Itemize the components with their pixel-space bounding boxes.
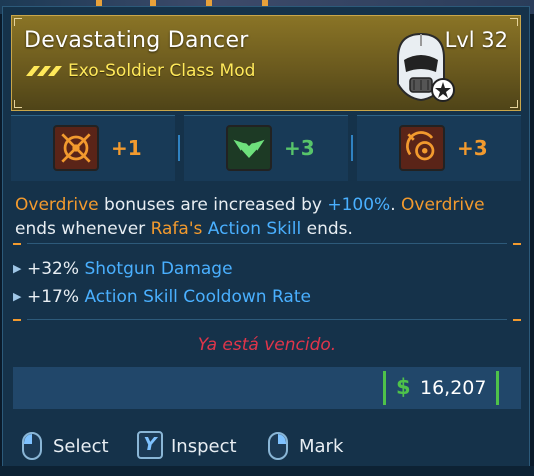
bullet-arrow-icon: ▶ [13, 262, 22, 275]
dollar-icon: $ [396, 375, 411, 399]
stat-line-1: ▶ +32% Shotgun Damage [13, 259, 233, 279]
mouse-left-click-icon[interactable] [21, 431, 43, 461]
description-line-1: Overdrive bonuses are increased by +100%… [15, 195, 485, 215]
item-header: Devastating Dancer Lvl 32 Exo-Soldier Cl… [11, 15, 521, 111]
skill-bonus-3[interactable]: +3 [357, 115, 521, 181]
section-divider [13, 319, 521, 321]
mark-label[interactable]: Mark [299, 436, 343, 457]
item-description: Overdrive bonuses are increased by +100%… [15, 193, 515, 241]
item-card: Devastating Dancer Lvl 32 Exo-Soldier Cl… [2, 6, 530, 476]
skill-bonuses-row: +1 +3 +3 [11, 115, 521, 181]
green-heart-wings-skill-icon [226, 125, 272, 171]
skill-bonus-value: +3 [284, 136, 315, 160]
y-key-icon[interactable]: Y [137, 431, 163, 459]
bullet-arrow-icon: ▶ [13, 290, 22, 303]
bullseye-crosshair-skill-icon [53, 125, 99, 171]
stat-line-2: ▶ +17% Action Skill Cooldown Rate [13, 287, 311, 307]
mouse-right-click-icon[interactable] [267, 431, 289, 461]
skill-bonus-1[interactable]: +1 [11, 115, 175, 181]
expired-warning: Ya está vencido. [197, 335, 337, 355]
bottom-background-strip [0, 466, 534, 476]
price-value: 16,207 [420, 377, 487, 399]
skill-separator [178, 135, 180, 161]
orange-target-arc-skill-icon [399, 125, 445, 171]
item-name: Devastating Dancer [24, 28, 249, 53]
skill-bonus-value: +3 [457, 136, 488, 160]
item-class-type: Exo-Soldier Class Mod [68, 61, 256, 81]
skill-separator [351, 135, 353, 161]
select-label[interactable]: Select [53, 436, 109, 457]
description-line-2: ends whenever Rafa's Action Skill ends. [15, 219, 353, 239]
control-hints: Select Y Inspect Mark [3, 425, 531, 465]
skill-bonus-2[interactable]: +3 [184, 115, 348, 181]
inspect-label[interactable]: Inspect [171, 436, 237, 457]
price-bar: $ 16,207 [13, 367, 521, 409]
price-display: $ 16,207 [383, 371, 499, 405]
skill-bonus-value: +1 [111, 136, 142, 160]
exo-soldier-helmet-icon [397, 32, 455, 102]
rarity-stripes-icon [26, 66, 62, 76]
section-divider [13, 243, 521, 245]
